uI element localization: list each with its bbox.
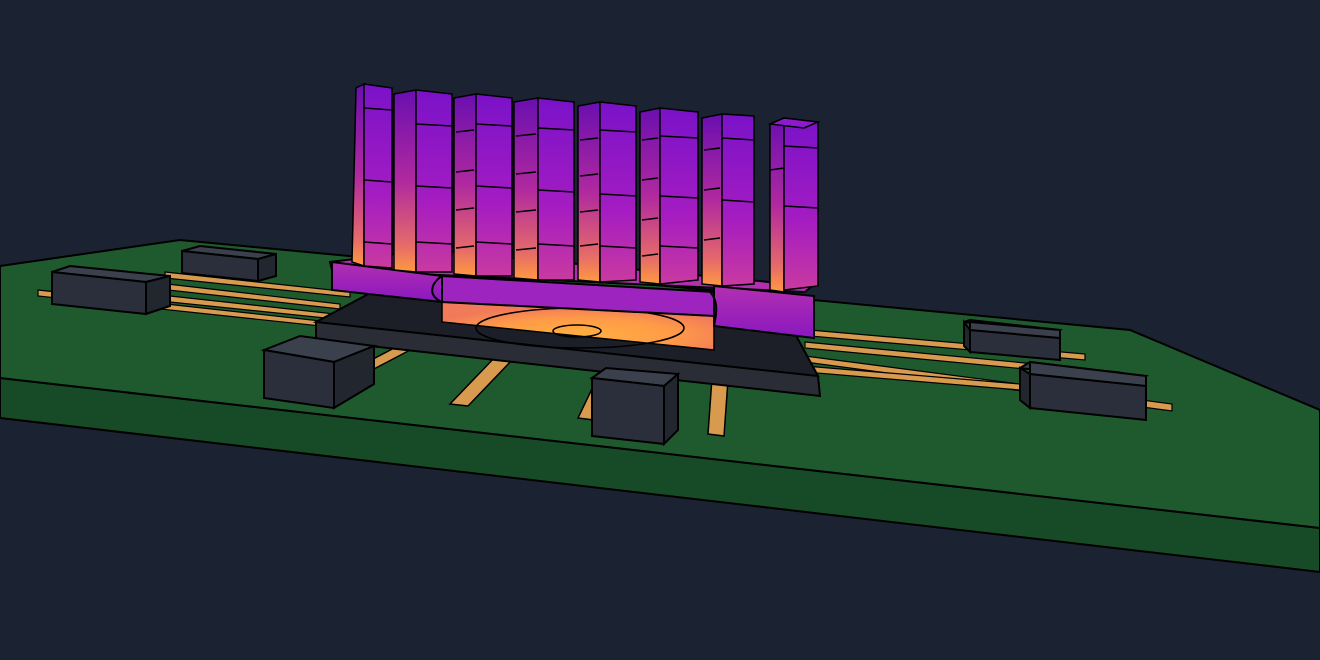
fin <box>577 101 637 283</box>
fin <box>513 97 575 281</box>
render-viewport <box>0 0 1320 660</box>
scene-canvas <box>0 82 1320 574</box>
fin <box>639 107 699 285</box>
fin <box>453 93 513 277</box>
fin <box>767 116 821 293</box>
pin <box>707 377 729 437</box>
fin <box>701 113 755 287</box>
fin <box>393 89 453 273</box>
fin <box>351 82 393 269</box>
heatsink-fins <box>351 82 821 293</box>
component-front-center <box>589 366 681 447</box>
